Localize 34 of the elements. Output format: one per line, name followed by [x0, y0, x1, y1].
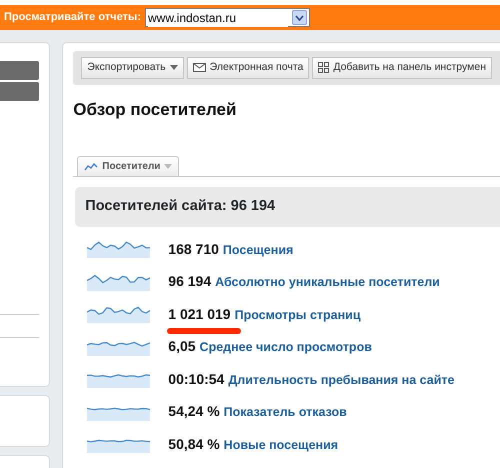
sidebar-item[interactable]: [0, 61, 40, 80]
metric-link[interactable]: Новые посещения: [224, 436, 338, 454]
metric-value: 6,05: [168, 337, 196, 356]
summary-heading: Посетителей сайта: 96 194: [75, 187, 500, 227]
metric-value: 1 021 019: [168, 304, 231, 325]
metric-link[interactable]: Показатель отказов: [224, 403, 347, 422]
metric-value: 50,84 %: [168, 434, 220, 454]
caret-icon: [170, 65, 178, 70]
visitors-tab[interactable]: Посетители: [77, 156, 180, 176]
site-select[interactable]: www.indostan.ru: [145, 8, 310, 27]
caret-icon: [164, 164, 172, 170]
metric-link[interactable]: Посещения: [222, 240, 294, 260]
sidebar-panel: [0, 395, 50, 447]
grid-icon: [318, 62, 330, 74]
metric-link[interactable]: Среднее число просмотров: [200, 338, 372, 357]
metric-value: 00:10:54: [168, 370, 224, 389]
envelope-icon: [192, 63, 206, 72]
toolbar-button[interactable]: Электронная почта: [186, 57, 310, 79]
metric-link[interactable]: Абсолютно уникальные посетители: [215, 273, 440, 292]
reports-label: Просматривайте отчеты:: [4, 10, 141, 26]
metric-link[interactable]: Просмотры страниц: [234, 306, 361, 324]
sidebar-item[interactable]: [0, 82, 40, 101]
line-chart-icon: [84, 162, 98, 171]
sparkline: [87, 305, 150, 324]
toolbar-button[interactable]: Добавить на панель инструмен: [312, 57, 492, 79]
page-title: Обзор посетителей: [73, 98, 238, 121]
sparkline: [87, 240, 150, 258]
toolbar-button[interactable]: Экспортировать: [81, 57, 184, 79]
sparkline: [87, 272, 150, 291]
metric-link[interactable]: Длительность пребывания на сайте: [228, 370, 454, 390]
metric-value: 54,24 %: [168, 402, 220, 422]
caret-icon: [292, 10, 307, 25]
metric-value: 96 194: [168, 272, 212, 292]
metric-value: 168 710: [168, 240, 219, 259]
